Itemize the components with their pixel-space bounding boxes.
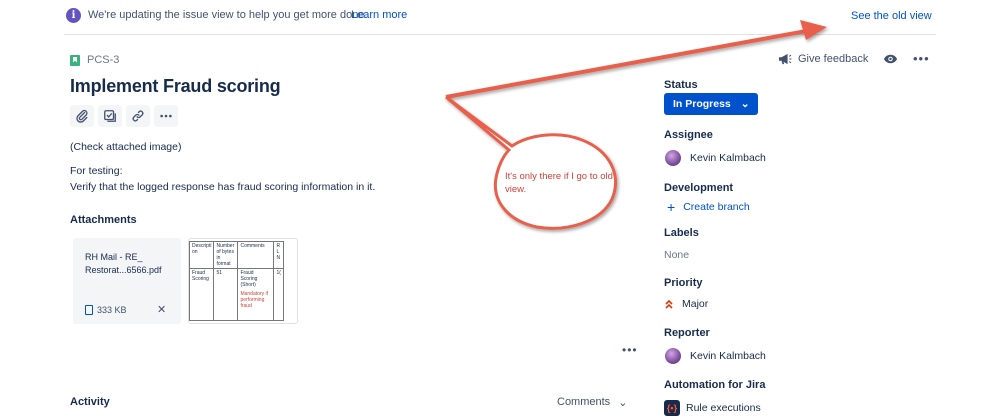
attachments-more-icon[interactable]: ••• [622,343,638,357]
link-icon [132,110,144,122]
thumb-cell: 1( [273,268,285,321]
chevron-down-icon: ⌄ [740,98,750,110]
priority-major-icon [665,299,673,309]
description-line[interactable]: For testing: [70,165,123,177]
more-options-icon[interactable]: ••• [913,51,930,66]
thumbnail-table: Descripti on Number of bytes in format C… [189,241,285,321]
attachment-meta: 333 KB [85,305,127,315]
attachment-size: 333 KB [97,305,127,315]
create-subtask-button[interactable] [98,105,122,127]
attach-icon [76,109,88,123]
activity-filter-dropdown[interactable]: Comments ⌄ [557,396,627,409]
automation-icon: {•} [664,400,680,416]
rule-executions-link[interactable]: {•} Rule executions [664,400,761,416]
assignee-name: Kevin Kalmbach [690,152,766,164]
labels-heading: Labels [664,227,699,239]
story-icon [70,54,80,66]
assignee-field[interactable]: Kevin Kalmbach [665,150,766,166]
attachment-filename: RH Mail - RE_ Restorat...6566.pdf [85,252,162,275]
learn-more-link[interactable]: Learn more [351,9,407,21]
thumb-header-cell: Number of bytes in format [213,241,239,269]
attachment-card-image[interactable]: Descripti on Number of bytes in format C… [188,238,298,324]
thumb-header-cell: R L N [273,241,285,269]
see-old-view-link[interactable]: See the old view [851,10,932,22]
issue-title[interactable]: Implement Fraud scoring [70,76,281,97]
thumb-cell-note: Mandatory if performing fraud [240,291,268,309]
status-value: In Progress [673,98,731,110]
remove-attachment-icon[interactable]: ✕ [157,303,166,316]
create-branch-label: Create branch [683,201,750,213]
banner-divider [64,34,936,35]
document-icon [85,305,93,315]
status-dropdown-button[interactable]: In Progress ⌄ [664,93,758,115]
eye-icon[interactable] [883,53,898,65]
labels-value[interactable]: None [664,249,689,261]
info-banner: i We're updating the issue view to help … [0,0,998,34]
banner-text: We're updating the issue view to help yo… [88,9,368,21]
give-feedback-label: Give feedback [798,53,869,65]
give-feedback-button[interactable]: Give feedback [778,53,868,65]
thumb-cell-text: Fraud Scoring (Short) [240,270,258,288]
issue-breadcrumb: PCS-3 [70,53,119,67]
rule-executions-label: Rule executions [686,402,761,414]
reporter-heading: Reporter [664,327,710,339]
reporter-field[interactable]: Kevin Kalmbach [665,348,766,364]
attach-button[interactable] [70,105,94,127]
priority-heading: Priority [664,277,703,289]
more-actions-button[interactable] [154,105,178,127]
avatar [665,348,681,364]
link-issue-button[interactable] [126,105,150,127]
megaphone-icon [779,53,792,65]
priority-field[interactable]: Major [665,298,708,310]
activity-filter-label: Comments [557,396,611,408]
issue-key[interactable]: PCS-3 [87,54,119,66]
thumb-cell: Fraud Scoring [189,268,215,321]
annotation-arrow [445,28,813,99]
reporter-name: Kevin Kalmbach [690,350,766,362]
description-line[interactable]: (Check attached image) [70,141,181,153]
more-icon [160,114,172,118]
annotation-text: It's only there if I go to old view. [505,171,613,195]
plus-icon: + [667,199,676,215]
attachment-card-pdf[interactable]: RH Mail - RE_ Restorat...6566.pdf 333 KB… [73,238,181,324]
development-heading: Development [664,182,734,194]
attachments-heading: Attachments [70,214,137,226]
chevron-down-icon: ⌄ [618,397,628,409]
activity-heading: Activity [70,396,110,408]
status-heading: Status [664,79,698,91]
annotation-bubble [445,95,617,230]
automation-heading: Automation for Jira [664,379,766,391]
subtask-icon [104,110,116,122]
issue-toolbar [70,105,178,127]
description-line[interactable]: Verify that the logged response has frau… [70,181,375,193]
thumb-cell: Fraud Scoring (Short) Mandatory if perfo… [237,268,275,321]
create-branch-link[interactable]: + Create branch [667,199,750,215]
thumb-header-cell: Descripti on [189,241,215,269]
assignee-heading: Assignee [664,129,713,141]
thumb-header-cell: Comments [237,241,275,269]
info-icon: i [66,8,81,23]
thumb-cell: 51 [213,268,239,321]
avatar [665,150,681,166]
priority-value: Major [682,298,709,310]
